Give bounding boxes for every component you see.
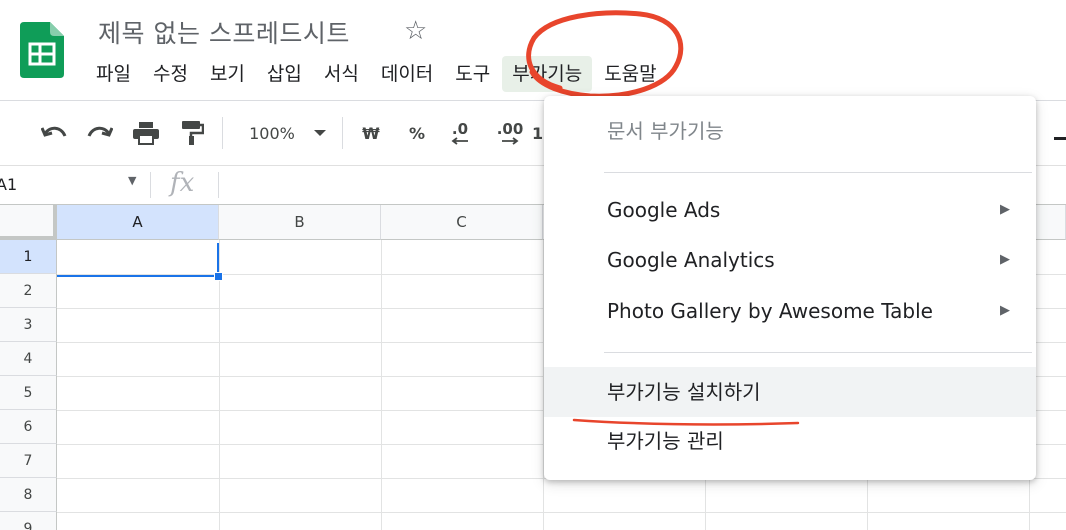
menu-header-document-addons: 문서 부가기능 <box>607 119 724 143</box>
increase-decimals-button[interactable]: .00 <box>490 119 530 147</box>
toolbar-separator <box>342 117 343 149</box>
menu-insert[interactable]: 삽입 <box>257 56 312 92</box>
redo-icon[interactable] <box>84 119 116 147</box>
print-icon[interactable] <box>130 119 162 147</box>
zoom-dropdown-icon[interactable] <box>308 119 332 147</box>
row-header-4[interactable]: 4 <box>0 342 57 376</box>
menu-item-google-analytics[interactable]: Google Analytics ▶ <box>544 235 1036 285</box>
column-header-c[interactable]: C <box>381 205 543 240</box>
submenu-arrow-icon: ▶ <box>1000 202 1010 217</box>
name-box-dropdown-icon[interactable]: ▼ <box>128 174 136 187</box>
row-header-3[interactable]: 3 <box>0 308 57 342</box>
row-header-2[interactable]: 2 <box>0 274 57 308</box>
star-icon[interactable]: ☆ <box>404 18 427 44</box>
menu-file[interactable]: 파일 <box>86 56 141 92</box>
submenu-arrow-icon: ▶ <box>1000 303 1010 318</box>
currency-button[interactable]: ₩ <box>356 119 386 147</box>
row-header-6[interactable]: 6 <box>0 410 57 444</box>
google-sheets-window: 제목 없는 스프레드시트 ☆ 파일 수정 보기 삽입 서식 데이터 도구 부가기… <box>0 0 1066 530</box>
row-header-5[interactable]: 5 <box>0 376 57 410</box>
paint-format-icon[interactable] <box>176 119 208 147</box>
menu-addons[interactable]: 부가기능 <box>502 56 593 92</box>
menu-edit[interactable]: 수정 <box>143 56 198 92</box>
menu-item-label: Google Analytics <box>607 248 775 272</box>
active-cell-a1[interactable] <box>57 243 219 277</box>
fx-icon: fx <box>170 168 195 198</box>
arrow-right-icon <box>502 137 519 145</box>
submenu-arrow-icon: ▶ <box>1000 252 1010 267</box>
menu-tools[interactable]: 도구 <box>445 56 500 92</box>
text-color-icon[interactable] <box>1052 119 1066 147</box>
arrow-left-icon <box>451 137 468 145</box>
column-header-a[interactable]: A <box>57 205 219 240</box>
menu-separator <box>604 172 1032 173</box>
document-title[interactable]: 제목 없는 스프레드시트 <box>98 14 350 50</box>
menu-view[interactable]: 보기 <box>200 56 255 92</box>
menu-item-google-ads[interactable]: Google Ads ▶ <box>544 185 1036 235</box>
menu-item-label: Photo Gallery by Awesome Table <box>607 299 933 323</box>
row-header-9[interactable]: 9 <box>0 512 57 530</box>
row-header-7[interactable]: 7 <box>0 444 57 478</box>
sheets-logo-icon[interactable] <box>20 22 64 78</box>
zoom-value: 100% <box>249 123 295 143</box>
column-header-b[interactable]: B <box>219 205 381 240</box>
name-box[interactable]: A1 <box>0 172 142 198</box>
grid-line <box>381 240 382 530</box>
grid-line <box>57 512 1066 513</box>
formula-separator <box>150 172 151 198</box>
row-header-8[interactable]: 8 <box>0 478 57 512</box>
zoom-select[interactable]: 100% <box>240 119 304 147</box>
decrease-decimals-button[interactable]: .0 <box>442 119 478 147</box>
menu-item-install-addons[interactable]: 부가기능 설치하기 <box>544 367 1036 417</box>
select-all-corner[interactable] <box>0 205 57 240</box>
menu-format[interactable]: 서식 <box>314 56 369 92</box>
addons-dropdown-menu: 문서 부가기능 Google Ads ▶ Google Analytics ▶ … <box>544 96 1036 480</box>
menu-item-photo-gallery[interactable]: Photo Gallery by Awesome Table ▶ <box>544 286 1036 336</box>
menu-item-label: Google Ads <box>607 198 721 222</box>
menu-data[interactable]: 데이터 <box>371 56 443 92</box>
formula-separator <box>218 172 219 198</box>
menu-item-manage-addons[interactable]: 부가기능 관리 <box>544 416 1036 466</box>
grid-line <box>219 240 220 530</box>
fill-handle[interactable] <box>214 272 223 281</box>
undo-icon[interactable] <box>38 119 70 147</box>
row-header-1[interactable]: 1 <box>0 240 57 274</box>
menu-separator <box>604 352 1032 353</box>
percent-button[interactable]: % <box>402 119 432 147</box>
menu-help[interactable]: 도움말 <box>594 56 666 92</box>
menubar: 파일 수정 보기 삽입 서식 데이터 도구 부가기능 도움말 <box>86 56 669 92</box>
toolbar-separator <box>222 117 223 149</box>
